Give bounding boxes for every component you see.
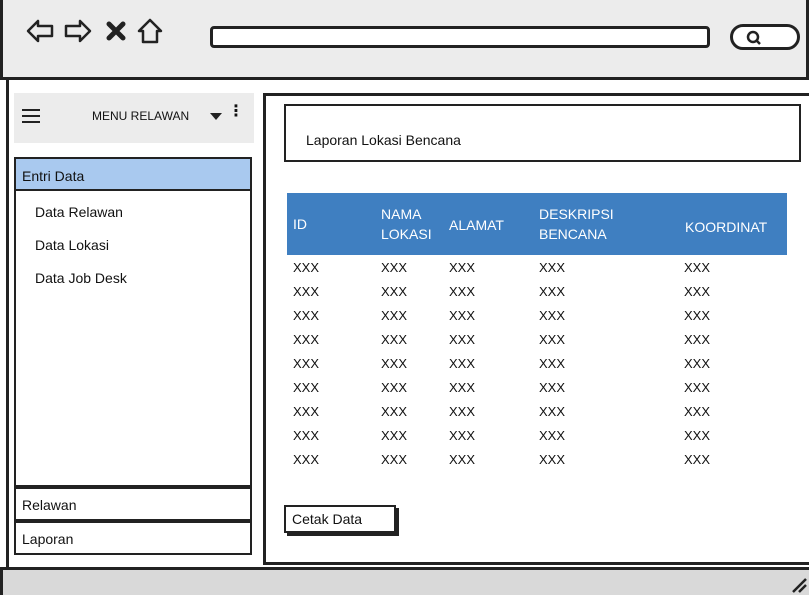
sidebar-item-data-job-desk[interactable]: Data Job Desk <box>35 270 127 286</box>
table-cell: XXX <box>684 260 711 275</box>
table-cell: XXX <box>684 332 711 347</box>
kebab-menu-icon[interactable]: ⋮ <box>228 103 244 119</box>
table-cell: XXX <box>293 284 320 299</box>
table-cell: XXX <box>381 380 408 395</box>
table-row: XXX XXX XXX XXX XXX <box>287 306 787 330</box>
browser-toolbar <box>0 0 809 80</box>
table-cell: XXX <box>449 356 476 371</box>
table-cell: XXX <box>449 428 476 443</box>
table-cell: XXX <box>539 332 566 347</box>
browser-window: MENU RELAWAN ⋮ Entri Data Data Relawan D… <box>0 0 809 595</box>
table-row: XXX XXX XXX XXX XXX <box>287 258 787 282</box>
table-cell: XXX <box>684 452 711 467</box>
table-row: XXX XXX XXX XXX XXX <box>287 402 787 426</box>
table-cell: XXX <box>449 332 476 347</box>
table-cell: XXX <box>293 404 320 419</box>
table-cell: XXX <box>293 380 320 395</box>
table-cell: XXX <box>449 380 476 395</box>
menu-title: MENU RELAWAN <box>92 109 190 123</box>
sidebar-item-data-lokasi[interactable]: Data Lokasi <box>35 237 109 253</box>
table-cell: XXX <box>449 308 476 323</box>
table-cell: XXX <box>539 428 566 443</box>
table-cell: XXX <box>293 356 320 371</box>
column-header-alamat: ALAMAT <box>449 217 504 233</box>
browser-statusbar <box>0 567 809 595</box>
table-cell: XXX <box>293 428 320 443</box>
table-cell: XXX <box>684 308 711 323</box>
table-cell: XXX <box>449 452 476 467</box>
table-header-row: ID NAMA LOKASI ALAMAT DESKRIPSI BENCANA … <box>287 193 787 255</box>
table-cell: XXX <box>539 404 566 419</box>
table-cell: XXX <box>684 284 711 299</box>
table-row: XXX XXX XXX XXX XXX <box>287 330 787 354</box>
table-cell: XXX <box>539 260 566 275</box>
home-icon[interactable] <box>133 14 167 48</box>
table-cell: XXX <box>684 356 711 371</box>
table-cell: XXX <box>449 284 476 299</box>
cetak-data-button[interactable]: Cetak Data <box>284 505 396 533</box>
table-cell: XXX <box>381 452 408 467</box>
table-cell: XXX <box>539 452 566 467</box>
table-cell: XXX <box>539 380 566 395</box>
search-field[interactable] <box>730 24 800 50</box>
sidebar-menu-header: MENU RELAWAN ⋮ <box>14 93 254 143</box>
table-cell: XXX <box>539 356 566 371</box>
table-row: XXX XXX XXX XXX XXX <box>287 450 787 474</box>
table-cell: XXX <box>381 404 408 419</box>
table-cell: XXX <box>293 308 320 323</box>
table-cell: XXX <box>539 308 566 323</box>
sidebar-item-laporan[interactable]: Laporan <box>14 521 252 555</box>
column-header-nama-lokasi: NAMA LOKASI <box>381 206 432 242</box>
caret-down-icon[interactable] <box>209 109 223 123</box>
window-left-edge <box>6 80 9 570</box>
sidebar-item-data-relawan[interactable]: Data Relawan <box>35 204 123 220</box>
table-cell: XXX <box>381 284 408 299</box>
table-cell: XXX <box>381 332 408 347</box>
back-arrow-icon[interactable] <box>23 14 57 48</box>
hamburger-menu-icon[interactable] <box>22 109 40 123</box>
sidebar-item-relawan[interactable]: Relawan <box>14 487 252 521</box>
search-icon <box>746 30 761 45</box>
column-header-deskripsi-bencana: DESKRIPSI BENCANA <box>539 206 614 242</box>
table-cell: XXX <box>381 308 408 323</box>
table-row: XXX XXX XXX XXX XXX <box>287 378 787 402</box>
table-cell: XXX <box>381 356 408 371</box>
sidebar-item-entri-data[interactable]: Entri Data <box>14 157 252 191</box>
close-icon[interactable] <box>99 14 133 48</box>
table-row: XXX XXX XXX XXX XXX <box>287 282 787 306</box>
table-cell: XXX <box>293 452 320 467</box>
table-cell: XXX <box>684 380 711 395</box>
table-cell: XXX <box>449 260 476 275</box>
table-cell: XXX <box>684 404 711 419</box>
column-header-id: ID <box>293 216 307 232</box>
table-cell: XXX <box>684 428 711 443</box>
table-cell: XXX <box>381 260 408 275</box>
table-cell: XXX <box>539 284 566 299</box>
resize-grip-icon[interactable] <box>789 575 807 593</box>
column-header-koordinat: KOORDINAT <box>685 219 768 235</box>
table-cell: XXX <box>449 404 476 419</box>
table-cell: XXX <box>381 428 408 443</box>
table-cell: XXX <box>293 260 320 275</box>
page-title: Laporan Lokasi Bencana <box>306 132 461 148</box>
table-row: XXX XXX XXX XXX XXX <box>287 426 787 450</box>
address-bar[interactable] <box>210 26 710 48</box>
table-cell: XXX <box>293 332 320 347</box>
table-row: XXX XXX XXX XXX XXX <box>287 354 787 378</box>
forward-arrow-icon[interactable] <box>61 14 95 48</box>
